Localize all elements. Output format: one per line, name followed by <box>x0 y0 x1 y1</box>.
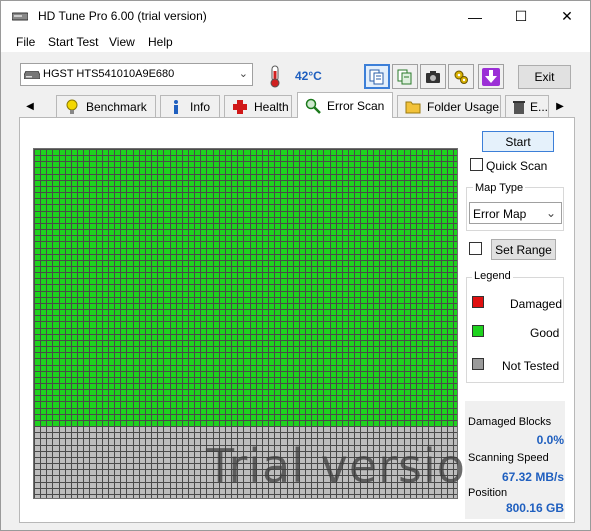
damaged-blocks-label: Damaged Blocks <box>468 416 552 428</box>
tab-info-label: Info <box>190 99 211 114</box>
quick-scan-label: Quick Scan <box>486 159 548 173</box>
maximize-button[interactable]: ☐ <box>498 1 544 32</box>
lightbulb-icon <box>66 99 78 114</box>
tab-error-scan[interactable]: Error Scan <box>297 92 393 118</box>
menu-file[interactable]: File <box>16 35 35 49</box>
tab-info[interactable]: Info <box>160 95 220 117</box>
gears-icon <box>454 70 468 84</box>
save-download-button[interactable] <box>478 64 504 89</box>
menu-help[interactable]: Help <box>148 35 173 49</box>
tab-health-label: Health <box>254 99 289 114</box>
download-arrow-icon <box>482 67 500 86</box>
app-window: HD Tune Pro 6.00 (trial version) — ☐ ✕ F… <box>0 0 591 531</box>
hard-drive-app-icon <box>12 12 28 21</box>
map-type-select[interactable]: Error Map ⌄ <box>469 202 562 224</box>
start-button[interactable]: Start <box>482 131 554 152</box>
tab-scroll-left-icon[interactable]: ◀ <box>23 97 37 115</box>
camera-icon <box>426 70 440 83</box>
scanning-speed-label: Scanning Speed <box>468 452 549 464</box>
window-title: HD Tune Pro 6.00 (trial version) <box>38 9 207 23</box>
close-button[interactable]: ✕ <box>544 1 590 32</box>
trash-icon <box>512 100 525 114</box>
trial-watermark: Trial version <box>206 439 497 493</box>
health-cross-icon <box>233 99 247 114</box>
damaged-swatch <box>472 296 484 308</box>
position-label: Position <box>468 487 508 499</box>
legend-damaged-label: Damaged <box>510 297 563 311</box>
good-blocks-area <box>34 149 457 427</box>
magnifier-icon <box>305 98 321 114</box>
screenshot-button[interactable] <box>420 64 446 89</box>
quick-scan-checkbox[interactable] <box>470 158 483 171</box>
tab-erase-label: E... <box>529 99 548 114</box>
copy-icon <box>369 69 384 84</box>
not-tested-swatch <box>472 358 484 370</box>
map-type-label: Map Type <box>473 182 526 194</box>
menu-bar: File Start Test View Help <box>1 32 590 52</box>
damaged-blocks-value: 0.0% <box>536 433 564 447</box>
info-icon <box>174 99 178 114</box>
tab-folder-usage[interactable]: Folder Usage <box>397 95 501 117</box>
thermometer-icon <box>264 64 286 88</box>
copy-text-button[interactable] <box>364 64 390 89</box>
tab-health[interactable]: Health <box>224 95 292 117</box>
drive-name: HGST HTS541010A9E680 <box>43 68 175 80</box>
drive-select[interactable]: HGST HTS541010A9E680 ⌄ <box>20 63 253 86</box>
map-type-value: Error Map <box>473 207 527 221</box>
minimize-button[interactable]: — <box>452 1 498 32</box>
tab-benchmark[interactable]: Benchmark <box>56 95 156 117</box>
copy-screenshot-button[interactable] <box>392 64 418 89</box>
set-range-button[interactable]: Set Range <box>491 239 556 260</box>
legend-not-tested-label: Not Tested <box>502 359 560 373</box>
tab-error-scan-label: Error Scan <box>327 98 385 113</box>
options-button[interactable] <box>448 64 474 89</box>
scanning-speed-value: 67.32 MB/s <box>501 470 564 484</box>
tab-erase[interactable]: E... <box>505 95 549 117</box>
tab-folder-usage-label: Folder Usage <box>427 99 500 114</box>
set-range-checkbox[interactable] <box>469 242 482 255</box>
hard-drive-icon <box>24 71 40 79</box>
good-swatch <box>472 325 484 337</box>
position-value: 800.16 GB <box>505 501 564 515</box>
temperature-value: 42°C <box>295 69 322 83</box>
title-bar: HD Tune Pro 6.00 (trial version) — ☐ ✕ <box>1 1 590 32</box>
tab-scroll-right-icon[interactable]: ▶ <box>553 97 567 115</box>
chevron-down-icon: ⌄ <box>545 206 556 220</box>
folder-icon <box>405 101 421 113</box>
legend-title: Legend <box>472 270 513 282</box>
menu-view[interactable]: View <box>109 35 135 49</box>
tab-benchmark-label: Benchmark <box>86 99 147 114</box>
legend-good-label: Good <box>530 326 560 340</box>
menu-start-test[interactable]: Start Test <box>48 35 98 49</box>
copy-image-icon <box>397 69 412 84</box>
exit-button[interactable]: Exit <box>518 65 571 89</box>
chevron-down-icon: ⌄ <box>238 68 248 80</box>
